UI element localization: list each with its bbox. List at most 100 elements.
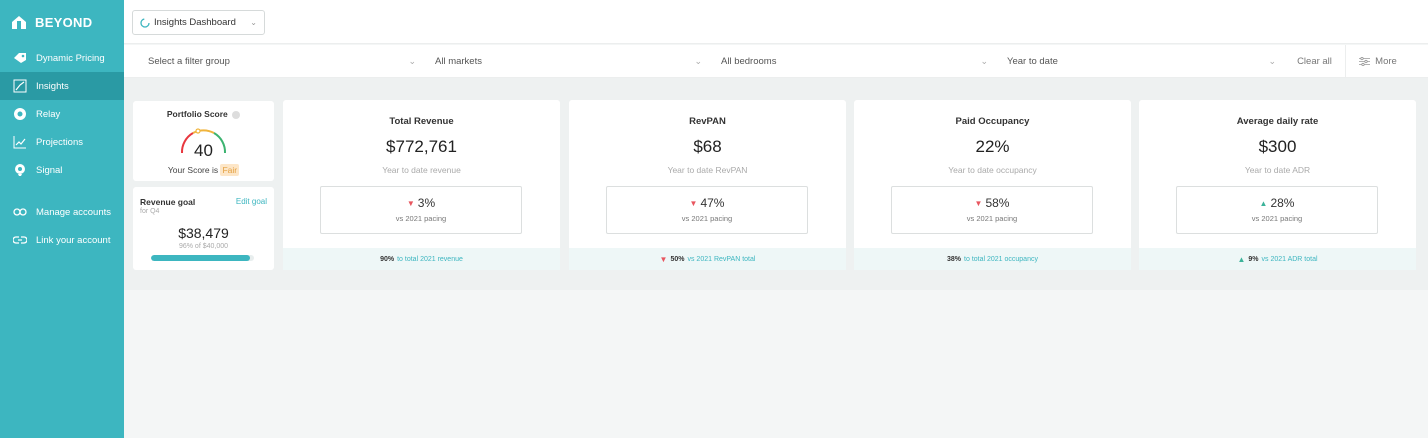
kpi-change-box: ▲ 28% vs 2021 pacing (1176, 186, 1378, 234)
dashboard-select-label: Insights Dashboard (154, 17, 236, 28)
score-rating-badge: Fair (220, 164, 240, 176)
kpi-card-total-revenue: Total Revenue $772,761 Year to date reve… (283, 100, 560, 270)
kpi-value: $68 (693, 137, 722, 156)
triangle-down-icon: ▼ (689, 199, 698, 208)
kpi-change: ▼ 58% (892, 196, 1092, 210)
kpi-change: ▼ 47% (607, 196, 807, 210)
tag-icon (12, 50, 28, 66)
triangle-up-icon: ▲ (1259, 199, 1268, 208)
link-icon (12, 204, 28, 220)
sidebar-item-signal[interactable]: Signal (0, 156, 124, 184)
period-select[interactable]: Year to date ⌄ (996, 45, 1284, 78)
triangle-up-icon: ▲ (1237, 254, 1246, 264)
sidebar-item-label: Relay (36, 108, 61, 120)
kpi-footer-value: 38% (947, 255, 962, 263)
triangle-down-icon: ▼ (974, 199, 983, 208)
kpi-subtitle: Year to date RevPAN (667, 165, 748, 175)
clear-all-label: Clear all (1297, 55, 1332, 67)
top-bar: Insights Dashboard ⌄ (124, 0, 1428, 44)
sidebar-item-label: Insights (36, 80, 69, 92)
kpi-footer: ▲ 9% vs 2021 ADR total (1139, 248, 1416, 270)
bedrooms-label: All bedrooms (721, 55, 777, 67)
chevron-down-icon: ⌄ (980, 55, 988, 66)
kpi-footer-text: to total 2021 revenue (397, 255, 463, 263)
chevron-down-icon: ⌄ (1268, 55, 1276, 66)
kpi-change-box: ▼ 3% vs 2021 pacing (320, 186, 522, 234)
chevron-down-icon: ⌄ (694, 55, 702, 66)
kpi-footer-value: 9% (1248, 255, 1259, 263)
sidebar-item-relay[interactable]: Relay (0, 100, 124, 128)
unlink-icon (12, 232, 28, 248)
revenue-goal-period: for Q4 (140, 208, 160, 215)
revenue-goal-value: $38,479 (178, 225, 229, 241)
brand-logo[interactable]: BEYOND (0, 0, 124, 44)
bedrooms-select[interactable]: All bedrooms ⌄ (710, 45, 996, 78)
portfolio-score-title: Portfolio Score (133, 109, 274, 119)
period-label: Year to date (1007, 55, 1058, 67)
score-text: Your Score is (167, 165, 219, 175)
chart-icon (12, 78, 28, 94)
more-filters-button[interactable]: More (1346, 45, 1410, 78)
kpi-footer: 90% to total 2021 revenue (283, 248, 560, 270)
kpi-pacing: vs 2021 pacing (966, 214, 1018, 223)
revenue-goal-progress-fill (151, 255, 250, 261)
chevron-down-icon: ⌄ (250, 18, 257, 27)
filter-group-select[interactable]: Select a filter group ⌄ (124, 45, 424, 78)
revenue-goal-progress-bar (151, 255, 254, 261)
kpi-card-paid-occupancy: Paid Occupancy 22% Year to date occupanc… (854, 100, 1131, 270)
revenue-goal-card: Revenue goal Edit goal for Q4 $38,479 96… (133, 187, 274, 270)
kpi-pacing: vs 2021 pacing (395, 214, 447, 223)
sidebar-item-label: Projections (36, 136, 83, 148)
portfolio-score-card: Portfolio Score 40 Your Score is Fair (133, 101, 274, 181)
triangle-down-icon: ▼ (406, 199, 415, 208)
kpi-card-revpan: RevPAN $68 Year to date RevPAN ▼ 47% vs 2… (569, 100, 846, 270)
triangle-down-icon: ▼ (659, 254, 668, 264)
kpi-value: $300 (1258, 137, 1297, 156)
kpi-pacing: vs 2021 pacing (1251, 214, 1303, 223)
sidebar-item-insights[interactable]: Insights (0, 72, 124, 100)
kpi-subtitle: Year to date ADR (1244, 165, 1311, 175)
kpi-subtitle: Year to date occupancy (948, 165, 1037, 175)
kpi-change-value: 58% (985, 196, 1010, 210)
clear-all-button[interactable]: Clear all (1284, 44, 1346, 78)
sliders-icon (1359, 56, 1371, 66)
kpi-title: Total Revenue (389, 116, 454, 127)
spinner-icon (140, 17, 150, 28)
revenue-goal-title: Revenue goal (140, 197, 196, 207)
portfolio-score-title-text: Portfolio Score (166, 109, 228, 119)
markets-select[interactable]: All markets ⌄ (424, 45, 710, 78)
edit-goal-link[interactable]: Edit goal (236, 197, 267, 206)
sidebar-item-label: Signal (36, 164, 63, 176)
chevron-down-icon: ⌄ (408, 55, 416, 66)
sidebar-item-dynamic-pricing[interactable]: Dynamic Pricing (0, 44, 124, 72)
sidebar-item-manage-accounts[interactable]: Manage accounts (0, 198, 124, 226)
kpi-title: Average daily rate (1236, 116, 1319, 127)
kpi-footer-value: 50% (670, 255, 685, 263)
markets-label: All markets (435, 55, 482, 67)
portfolio-score-rating-line: Your Score is Fair (133, 164, 274, 176)
sidebar-item-projections[interactable]: Projections (0, 128, 124, 156)
kpi-footer-text: vs 2021 RevPAN total (687, 255, 756, 263)
kpi-pacing: vs 2021 pacing (681, 214, 733, 223)
kpi-change-box: ▼ 58% vs 2021 pacing (891, 186, 1093, 234)
sidebar-item-link-account[interactable]: Link your account (0, 226, 124, 254)
portfolio-score-value: 40 (194, 141, 213, 160)
kpi-change: ▼ 3% (321, 196, 521, 210)
kpi-change-value: 28% (1270, 196, 1295, 210)
sidebar-item-label: Manage accounts (36, 206, 111, 218)
info-icon[interactable] (232, 110, 241, 119)
dashboard-select[interactable]: Insights Dashboard ⌄ (132, 10, 265, 35)
more-label: More (1375, 55, 1397, 67)
filter-group-label: Select a filter group (148, 55, 230, 67)
kpi-footer-value: 90% (380, 255, 395, 263)
sidebar-item-label: Dynamic Pricing (36, 52, 105, 64)
kpi-footer-text: to total 2021 occupancy (964, 255, 1038, 263)
kpi-value: $772,761 (386, 137, 457, 156)
kpi-subtitle: Year to date revenue (382, 165, 461, 175)
kpi-change-box: ▼ 47% vs 2021 pacing (606, 186, 808, 234)
kpi-value: 22% (975, 137, 1010, 156)
kpi-footer: 38% to total 2021 occupancy (854, 248, 1131, 270)
sidebar-item-label: Link your account (36, 234, 111, 246)
kpi-change-value: 3% (417, 196, 436, 210)
